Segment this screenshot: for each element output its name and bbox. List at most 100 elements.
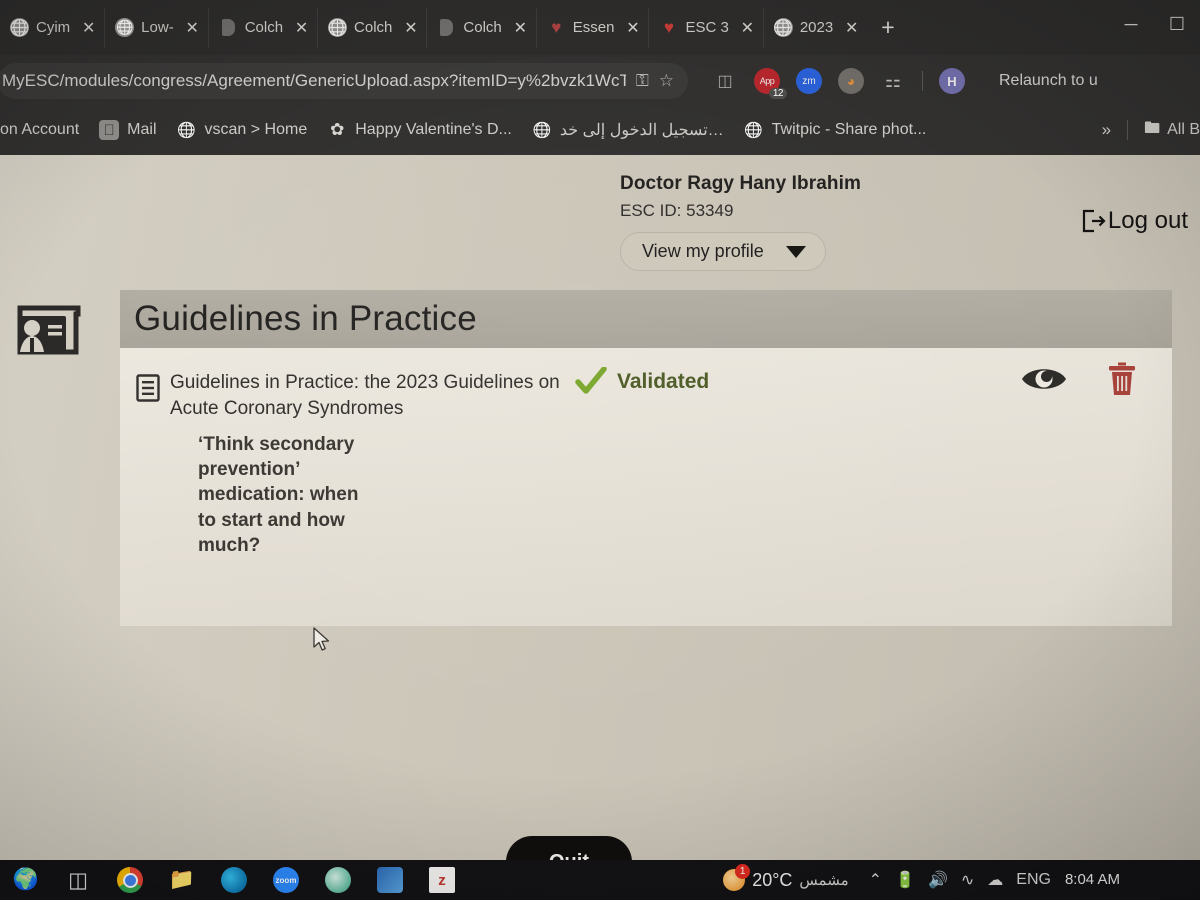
photos-icon[interactable]	[364, 860, 416, 900]
language-indicator[interactable]: ENG	[1016, 871, 1051, 889]
browser-tab[interactable]: Colch ✕	[317, 7, 426, 48]
cloud-icon[interactable]: ☁	[987, 870, 1003, 890]
page-title: Guidelines in Practice	[134, 299, 477, 338]
check-icon	[575, 367, 607, 397]
divider	[922, 71, 923, 91]
logout-icon	[1080, 208, 1106, 234]
submission-card: Guidelines in Practice: the 2023 Guideli…	[120, 348, 1172, 626]
firefox-extension-icon[interactable]	[838, 68, 864, 94]
weather-widget[interactable]: 1 20°C مشمس	[723, 864, 849, 891]
browser-tab[interactable]: Low- ✕	[104, 7, 208, 48]
zoom-extension-icon[interactable]: zm	[796, 68, 822, 94]
trash-delete-icon[interactable]	[1108, 362, 1136, 396]
row-actions	[1020, 362, 1136, 396]
bookmark-label: Twitpic - Share phot...	[771, 121, 927, 138]
browser-tab[interactable]: Colch ✕	[207, 7, 317, 48]
tab-title: ESC 3	[685, 19, 729, 36]
all-bookmarks-button[interactable]: 🖿 All B	[1144, 117, 1200, 144]
browser-tab[interactable]: Cyim ✕	[0, 8, 104, 48]
esc-logo-icon	[115, 18, 135, 37]
battery-icon[interactable]: 🔋	[895, 870, 915, 890]
bookmark-item[interactable]: Happy Valentine's D...	[327, 120, 512, 140]
bookmark-star-icon[interactable]: ☆	[659, 71, 674, 91]
submission-subtitle: ‘Think secondary prevention’ medication:…	[198, 434, 359, 556]
tab-strip: Cyim ✕ Low- ✕ Colch ✕ Colch ✕ Colch	[0, 0, 1200, 55]
app-extension-icon[interactable]: App 12	[754, 68, 787, 99]
taskbar-clock[interactable]: 8:04 AM	[1065, 871, 1120, 889]
document-icon	[219, 18, 238, 37]
view-my-profile-button[interactable]: View my profile	[620, 232, 826, 271]
extension-badge: 12	[768, 88, 787, 99]
file-explorer-icon[interactable]: 📁	[156, 860, 208, 900]
password-key-icon[interactable]: ⚿	[636, 71, 649, 91]
bookmark-label: on Account	[0, 121, 80, 138]
tab-title: 2023	[799, 19, 834, 36]
taskbar-apps: 🌍 ◫ 📁 zoom ᴢ	[0, 860, 468, 900]
all-bookmarks-label: All B	[1167, 121, 1200, 138]
tab-close-icon[interactable]: ✕	[185, 18, 200, 38]
browser-tab[interactable]: 2023 ✕	[762, 7, 867, 48]
tab-close-icon[interactable]: ✕	[81, 18, 96, 38]
tab-close-icon[interactable]: ✕	[513, 18, 528, 38]
minimize-button[interactable]: ─	[1108, 14, 1154, 35]
volume-icon[interactable]: 🔊	[928, 870, 948, 890]
bookmark-item[interactable]: vscan > Home	[177, 120, 308, 140]
windows-taskbar: 🌍 ◫ 📁 zoom ᴢ 1 20°C مشمس ⌃ 🔋 🔊 ∿ ☁ ENG 8…	[0, 860, 1200, 900]
browser-tab[interactable]: Colch ✕	[426, 7, 535, 48]
globe-icon	[744, 120, 764, 140]
tab-close-icon[interactable]: ✕	[740, 18, 755, 38]
notification-badge: 1	[735, 864, 751, 879]
bookmark-label: Mail	[127, 121, 157, 138]
section-title-bar: Guidelines in Practice	[120, 290, 1172, 348]
extension-label: App	[759, 76, 775, 86]
address-bar-row: MyESC/modules/congress/Agreement/Generic…	[0, 55, 1200, 107]
status-label: Validated	[617, 370, 710, 393]
maximize-button[interactable]: ☐	[1154, 14, 1200, 35]
bookmark-label: Happy Valentine's D...	[355, 121, 512, 138]
eye-preview-icon[interactable]	[1020, 364, 1068, 394]
url-text: MyESC/modules/congress/Agreement/Generic…	[2, 71, 626, 90]
tab-title: Colch	[244, 19, 284, 36]
bookmark-item[interactable]: on Account	[0, 121, 79, 139]
split-screen-icon[interactable]: ◫	[712, 68, 738, 94]
puzzle-extensions-icon[interactable]: ⚏	[880, 68, 906, 94]
user-esc-id: ESC ID: 53349	[620, 201, 734, 220]
omnibox[interactable]: MyESC/modules/congress/Agreement/Generic…	[0, 63, 688, 99]
tab-close-icon[interactable]: ✕	[403, 18, 418, 38]
bookmarks-right: » 🖿 All B	[1102, 117, 1200, 144]
profile-avatar[interactable]: H	[939, 68, 965, 94]
bookmarks-overflow-icon[interactable]: »	[1102, 120, 1111, 140]
tab-close-icon[interactable]: ✕	[844, 18, 859, 38]
bookmark-item[interactable]: Twitpic - Share phot...	[744, 120, 927, 140]
bookmark-item[interactable]: Mail	[99, 120, 157, 140]
tray-chevron-up-icon[interactable]: ⌃	[869, 870, 882, 890]
adobe-reader-icon[interactable]: ᴢ	[416, 860, 468, 900]
browser-chrome: Cyim ✕ Low- ✕ Colch ✕ Colch ✕ Colch	[0, 0, 1200, 155]
tab-close-icon[interactable]: ✕	[625, 18, 640, 38]
globe-icon	[532, 120, 552, 140]
edge-icon[interactable]	[208, 860, 260, 900]
tab-title: Essen	[572, 19, 615, 36]
task-view-icon[interactable]: ◫	[52, 860, 104, 900]
zoom-icon[interactable]: zoom	[260, 860, 312, 900]
relaunch-label[interactable]: Relaunch to u	[999, 72, 1098, 90]
tab-close-icon[interactable]: ✕	[294, 18, 309, 38]
browser-tab[interactable]: Essen ✕	[535, 7, 649, 48]
globe-icon	[10, 18, 29, 37]
globe-icon	[773, 18, 793, 37]
new-tab-button[interactable]: +	[867, 14, 908, 41]
logout-button[interactable]: Log out	[1080, 207, 1188, 235]
green-app-icon[interactable]	[312, 860, 364, 900]
chrome-icon[interactable]	[104, 860, 156, 900]
tab-title: Colch	[354, 19, 393, 36]
apple-icon	[99, 120, 120, 140]
bookmark-item[interactable]: تسجيل الدخول إلى خد…	[532, 120, 724, 140]
logout-label: Log out	[1107, 207, 1188, 234]
view-my-profile-label: View my profile	[642, 241, 764, 261]
wifi-icon[interactable]: ∿	[961, 870, 974, 890]
zoom-label: zoom	[273, 867, 299, 893]
system-tray: ⌃ 🔋 🔊 ∿ ☁ ENG	[869, 870, 1051, 890]
earth-wallpaper-icon[interactable]: 🌍	[0, 860, 52, 900]
browser-tab[interactable]: ESC 3 ✕	[648, 7, 762, 48]
status-badge: Validated	[575, 367, 709, 397]
